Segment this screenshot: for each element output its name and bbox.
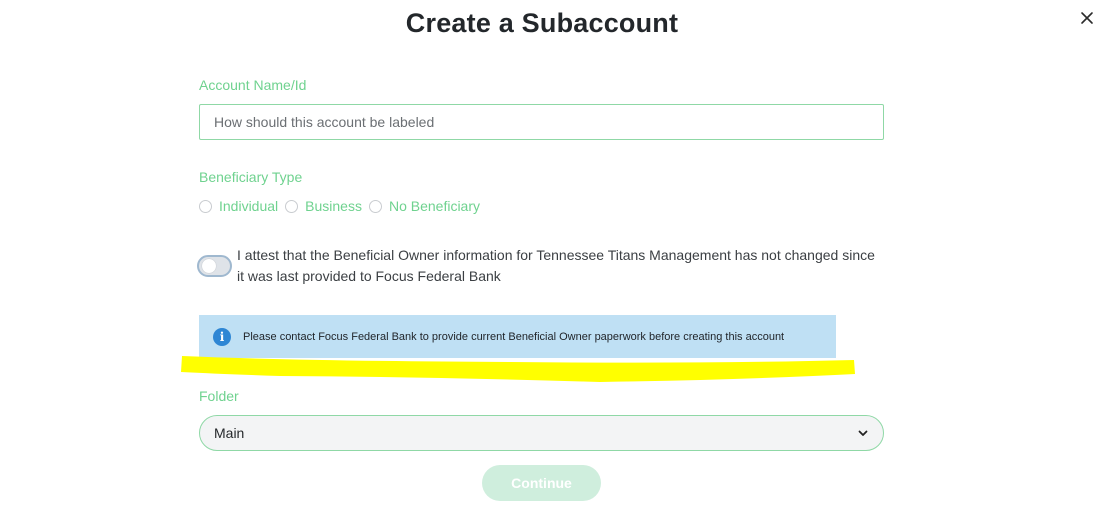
beneficiary-type-label: Beneficiary Type bbox=[199, 169, 303, 185]
info-icon: i bbox=[213, 327, 231, 346]
toggle-knob bbox=[202, 259, 216, 273]
close-icon bbox=[1081, 12, 1093, 24]
continue-button[interactable]: Continue bbox=[482, 465, 601, 501]
radio-button[interactable] bbox=[199, 199, 212, 213]
radio-label: No Beneficiary bbox=[388, 198, 481, 214]
radio-button[interactable] bbox=[285, 199, 299, 213]
account-name-label: Account Name/Id bbox=[199, 77, 307, 93]
account-name-input[interactable] bbox=[199, 104, 884, 140]
info-banner-text: Please contact Focus Federal Bank to pro… bbox=[243, 330, 785, 343]
radio-button[interactable] bbox=[368, 199, 382, 213]
radio-label: Business bbox=[305, 198, 362, 214]
dialog-title: Create a Subaccount bbox=[405, 8, 679, 38]
radio-label: Individual bbox=[219, 198, 279, 214]
beneficiary-type-radio-group: Individual Business No Beneficiary bbox=[199, 198, 487, 214]
beneficiary-option-no-beneficiary[interactable]: No Beneficiary bbox=[368, 198, 481, 214]
beneficiary-option-business[interactable]: Business bbox=[285, 198, 362, 214]
chevron-down-icon bbox=[858, 430, 868, 436]
attestation-toggle[interactable] bbox=[197, 255, 232, 277]
yellow-highlight-mark bbox=[181, 356, 855, 382]
beneficiary-option-individual[interactable]: Individual bbox=[199, 198, 278, 214]
folder-selected-value: Main bbox=[214, 425, 245, 441]
close-button[interactable] bbox=[1077, 8, 1097, 28]
attestation-text: I attest that the Beneficial Owner infor… bbox=[237, 247, 875, 284]
folder-label: Folder bbox=[199, 388, 239, 404]
create-subaccount-dialog: Create a Subaccount Account Name/Id Bene… bbox=[0, 0, 1110, 514]
folder-select[interactable]: Main bbox=[199, 415, 884, 451]
